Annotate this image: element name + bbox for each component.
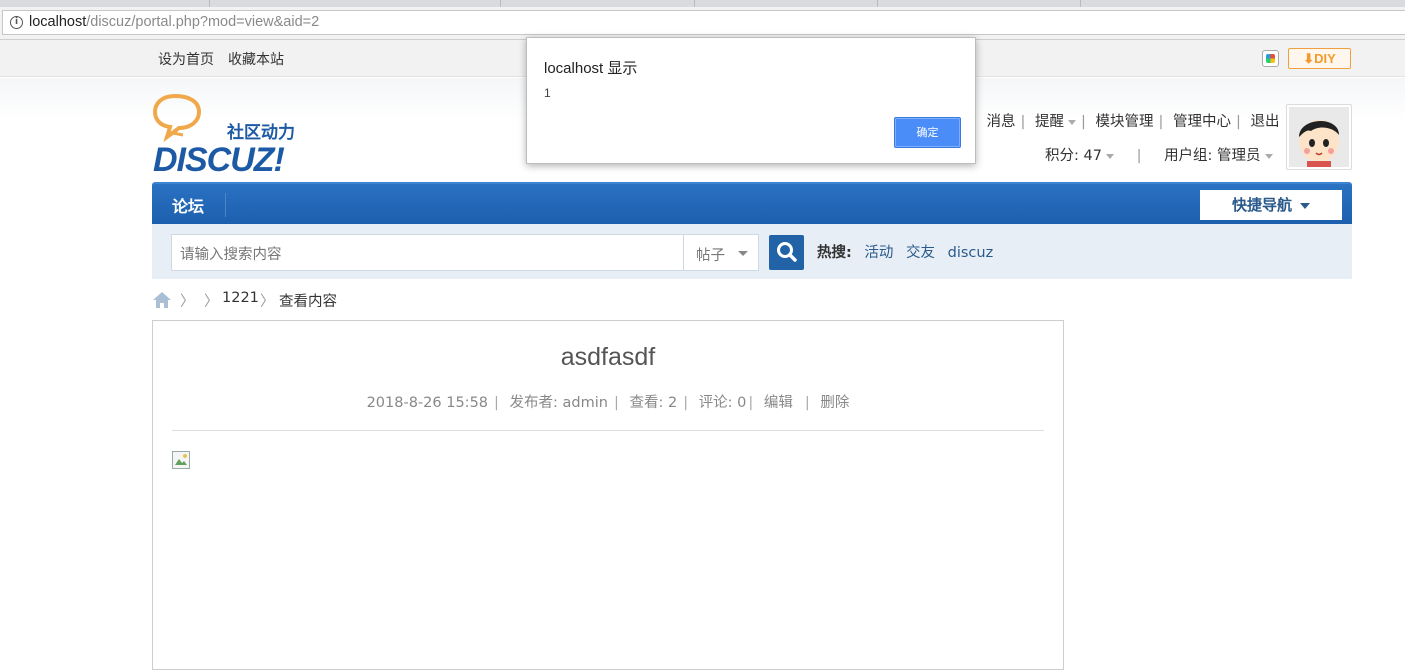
ok-button[interactable]: 确定 (894, 117, 961, 148)
credits-link[interactable]: 积分: 47 (1045, 148, 1102, 164)
breadcrumb-separator: 〉 (260, 294, 275, 310)
article-views: 查看: 2 (629, 395, 678, 411)
chevron-down-icon (1068, 119, 1076, 125)
breadcrumb-separator: 〉 (180, 294, 195, 310)
chevron-down-icon (738, 251, 748, 256)
module-manage-link[interactable]: 模块管理 (1096, 114, 1154, 130)
alert-dialog: localhost 显示 1 确定 (526, 37, 976, 164)
search-icon (777, 242, 797, 262)
user-group-link[interactable]: 用户组: 管理员 (1164, 148, 1261, 164)
broken-image-icon (172, 451, 190, 469)
breadcrumb-current: 查看内容 (279, 294, 337, 310)
search-type-select[interactable]: 帖子 (683, 234, 759, 271)
hot-search: 热搜: 活动 交友 discuz (817, 241, 1001, 262)
search-button[interactable] (769, 235, 804, 270)
messages-link[interactable]: 消息 (987, 114, 1016, 130)
user-stats: 积分: 47 | 用户组: 管理员 (1045, 144, 1273, 165)
nav-forum[interactable]: 论坛 (172, 193, 204, 217)
hot-term-link[interactable]: discuz (948, 245, 994, 261)
caret-down-icon (1300, 202, 1310, 209)
hot-term-link[interactable]: 交友 (906, 245, 935, 261)
chevron-down-icon (1105, 153, 1114, 159)
nav-divider (225, 193, 226, 217)
article-panel: asdfasdf 2018-8-26 15:58 | 发布者: admin | 查看… (152, 320, 1064, 670)
divider (172, 430, 1044, 431)
user-menu: | 消息| 提醒| 模块管理| 管理中心| 退出 (972, 114, 1280, 130)
article-title: asdfasdf (560, 343, 656, 371)
browser-address-bar: i localhost/discuz/portal.php?mod=view&a… (0, 7, 1405, 40)
url-field[interactable]: i localhost/discuz/portal.php?mod=view&a… (2, 10, 1405, 35)
avatar[interactable] (1286, 104, 1352, 170)
discuz-logo[interactable]: 社区动力 DISCUZ! (153, 92, 323, 176)
chevron-down-icon (1264, 153, 1273, 159)
color-palette-icon[interactable] (1262, 50, 1279, 67)
hot-search-label: 热搜: (817, 245, 852, 261)
edit-link[interactable]: 编辑 (764, 395, 793, 411)
breadcrumb-separator: 〉 (204, 294, 219, 310)
article-comments: 评论: 0 (698, 395, 747, 411)
svg-text:社区动力: 社区动力 (226, 122, 295, 143)
article-author: 发布者: admin (509, 395, 608, 411)
notifications-link[interactable]: 提醒 (1035, 114, 1064, 130)
hot-term-link[interactable]: 活动 (864, 245, 893, 261)
search-input[interactable]: 请输入搜索内容 (171, 234, 703, 271)
dialog-title: localhost 显示 (544, 60, 638, 77)
delete-link[interactable]: 删除 (820, 395, 849, 411)
search-bar: 请输入搜索内容 帖子 热搜: 活动 交友 discuz (152, 224, 1352, 279)
download-arrow-icon: ⬇ (1303, 51, 1315, 66)
dialog-message: 1 (544, 86, 551, 100)
article-meta: 2018-8-26 15:58 | 发布者: admin | 查看: 2 | 评论: … (366, 395, 850, 411)
url-text[interactable]: localhost/discuz/portal.php?mod=view&aid… (29, 14, 319, 30)
quick-nav-button[interactable]: 快捷导航 (1200, 190, 1342, 220)
diy-button[interactable]: ⬇DIY (1288, 48, 1351, 69)
admin-center-link[interactable]: 管理中心 (1173, 114, 1231, 130)
site-info-icon[interactable]: i (10, 16, 23, 29)
set-home-link[interactable]: 设为首页 (158, 49, 214, 69)
logout-link[interactable]: 退出 (1251, 114, 1280, 130)
home-icon[interactable] (152, 291, 172, 309)
main-nav: 论坛 快捷导航 (152, 182, 1352, 224)
browser-tab-strip[interactable] (0, 0, 1405, 7)
svg-text:DISCUZ!: DISCUZ! (153, 141, 285, 176)
bookmark-site-link[interactable]: 收藏本站 (228, 49, 284, 69)
article-date: 2018-8-26 15:58 (366, 395, 489, 411)
breadcrumb-category[interactable]: 1221 (222, 290, 259, 306)
